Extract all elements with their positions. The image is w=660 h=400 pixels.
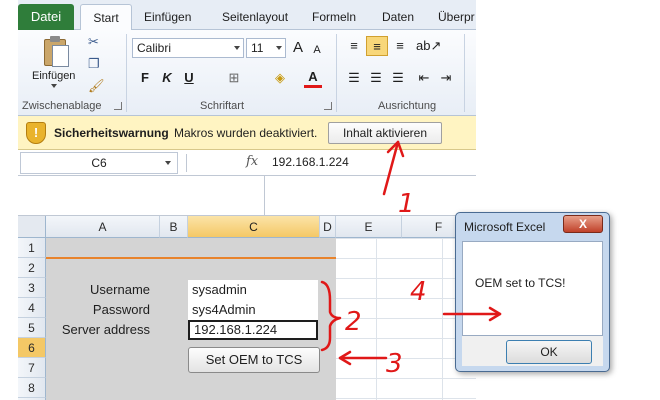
header-accent-line bbox=[46, 257, 336, 259]
align-top-icon[interactable]: ≡ bbox=[344, 36, 364, 56]
column-header-b[interactable]: B bbox=[160, 216, 188, 238]
align-bottom-icon[interactable]: ≡ bbox=[390, 36, 410, 56]
increase-indent-icon[interactable]: ⇥ bbox=[436, 68, 456, 88]
paste-icon[interactable] bbox=[42, 36, 72, 68]
tab-formulas[interactable]: Formeln bbox=[312, 4, 356, 30]
shield-warning-icon: ! bbox=[26, 122, 46, 144]
chevron-down-icon bbox=[234, 46, 240, 50]
column-header-c[interactable]: C bbox=[188, 216, 320, 238]
group-separator bbox=[464, 34, 465, 112]
ribbon-tab-bar: Datei Start Einfügen Seitenlayout Formel… bbox=[18, 0, 476, 31]
underline-button[interactable]: U bbox=[180, 68, 198, 88]
ok-button[interactable]: OK bbox=[506, 340, 592, 364]
font-name-value: Calibri bbox=[137, 41, 172, 55]
row-header-selected[interactable]: 6 bbox=[18, 338, 46, 358]
enable-content-button[interactable]: Inhalt aktivieren bbox=[328, 122, 442, 144]
format-painter-icon[interactable]: 🖌 bbox=[88, 78, 105, 94]
align-right-icon[interactable]: ☰ bbox=[388, 68, 408, 88]
font-size-value: 11 bbox=[251, 41, 264, 55]
formula-bar: C6 fx 192.168.1.224 bbox=[18, 150, 476, 176]
password-label: Password bbox=[92, 302, 150, 317]
chevron-down-icon bbox=[165, 161, 171, 165]
align-center-icon[interactable]: ☰ bbox=[366, 68, 386, 88]
formula-divider bbox=[264, 176, 265, 216]
column-header-d[interactable]: D bbox=[320, 216, 336, 238]
name-box[interactable]: C6 bbox=[20, 152, 178, 174]
paste-button-label[interactable]: Einfügen bbox=[32, 70, 75, 82]
align-middle-icon[interactable]: ≡ bbox=[366, 36, 388, 56]
close-icon[interactable]: X bbox=[563, 215, 603, 233]
border-icon[interactable]: ⊞ bbox=[224, 68, 244, 88]
font-size-combo[interactable]: 11 bbox=[246, 38, 286, 58]
clipboard-launcher-icon[interactable] bbox=[114, 102, 122, 110]
tab-page-layout[interactable]: Seitenlayout bbox=[222, 4, 288, 30]
italic-button[interactable]: K bbox=[158, 68, 176, 88]
dialog-body: OEM set to TCS! bbox=[462, 241, 603, 336]
set-oem-button[interactable]: Set OEM to TCS bbox=[188, 347, 320, 373]
paste-sheet-icon bbox=[52, 45, 69, 67]
decrease-indent-icon[interactable]: ⇤ bbox=[414, 68, 434, 88]
cut-icon[interactable]: ✂ bbox=[88, 34, 99, 50]
column-header-e[interactable]: E bbox=[336, 216, 402, 238]
column-header-a[interactable]: A bbox=[46, 216, 160, 238]
font-color-button[interactable]: A bbox=[304, 68, 322, 88]
username-field[interactable]: sysadmin bbox=[188, 280, 318, 300]
security-warning-message: Makros wurden deaktiviert. bbox=[174, 126, 318, 140]
font-launcher-icon[interactable] bbox=[324, 102, 332, 110]
select-all-corner[interactable] bbox=[18, 216, 46, 238]
row-header[interactable]: 8 bbox=[18, 378, 46, 398]
dialog-title: Microsoft Excel bbox=[464, 220, 546, 234]
server-address-field[interactable]: 192.168.1.224 bbox=[188, 320, 318, 340]
clipboard-group-label: Zwischenablage bbox=[22, 100, 102, 112]
message-dialog: Microsoft Excel X OEM set to TCS! OK bbox=[455, 212, 610, 372]
formula-input[interactable]: 192.168.1.224 bbox=[272, 155, 349, 169]
row-header[interactable]: 2 bbox=[18, 258, 46, 278]
excel-window: Datei Start Einfügen Seitenlayout Formel… bbox=[18, 0, 476, 400]
orientation-icon[interactable]: ab↗ bbox=[416, 36, 441, 56]
security-warning-bar: ! Sicherheitswarnung Makros wurden deakt… bbox=[18, 116, 476, 150]
shrink-font-button[interactable]: A bbox=[310, 40, 324, 60]
ribbon: Einfügen ✂ ❐ 🖌 Zwischenablage Calibri 11… bbox=[18, 30, 476, 116]
tab-insert[interactable]: Einfügen bbox=[144, 4, 191, 30]
bold-button[interactable]: F bbox=[136, 68, 154, 88]
font-group-label: Schriftart bbox=[200, 100, 245, 112]
font-name-combo[interactable]: Calibri bbox=[132, 38, 244, 58]
name-box-value: C6 bbox=[91, 156, 107, 170]
group-separator bbox=[126, 34, 127, 112]
formula-bar-expanded-area[interactable] bbox=[18, 176, 476, 216]
worksheet-grid: A B C D E F 1 2 3 4 5 6 7 8 9 Username s… bbox=[18, 216, 476, 400]
tab-file[interactable]: Datei bbox=[18, 4, 74, 30]
username-label: Username bbox=[90, 282, 150, 297]
row-header[interactable]: 7 bbox=[18, 358, 46, 378]
copy-icon[interactable]: ❐ bbox=[88, 56, 100, 72]
alignment-group-label: Ausrichtung bbox=[378, 100, 437, 112]
fill-color-icon[interactable]: ◈ bbox=[270, 68, 290, 88]
tab-data[interactable]: Daten bbox=[382, 4, 414, 30]
paste-dropdown-icon[interactable] bbox=[51, 84, 57, 88]
tab-start[interactable]: Start bbox=[80, 4, 132, 31]
tab-review[interactable]: Überpr bbox=[438, 4, 475, 30]
password-field[interactable]: sys4Admin bbox=[188, 300, 318, 320]
grow-font-button[interactable]: A bbox=[290, 38, 306, 58]
align-left-icon[interactable]: ☰ bbox=[344, 68, 364, 88]
chevron-down-icon bbox=[276, 46, 282, 50]
security-warning-title: Sicherheitswarnung bbox=[54, 126, 169, 140]
server-address-label: Server address bbox=[61, 322, 150, 337]
formula-bar-separator bbox=[186, 154, 187, 172]
group-separator bbox=[336, 34, 337, 112]
row-header[interactable]: 1 bbox=[18, 238, 46, 258]
dialog-footer: OK bbox=[462, 336, 603, 366]
insert-function-icon[interactable]: fx bbox=[246, 154, 258, 169]
dialog-message: OEM set to TCS! bbox=[475, 276, 566, 290]
clipboard-clip-icon bbox=[50, 36, 60, 42]
